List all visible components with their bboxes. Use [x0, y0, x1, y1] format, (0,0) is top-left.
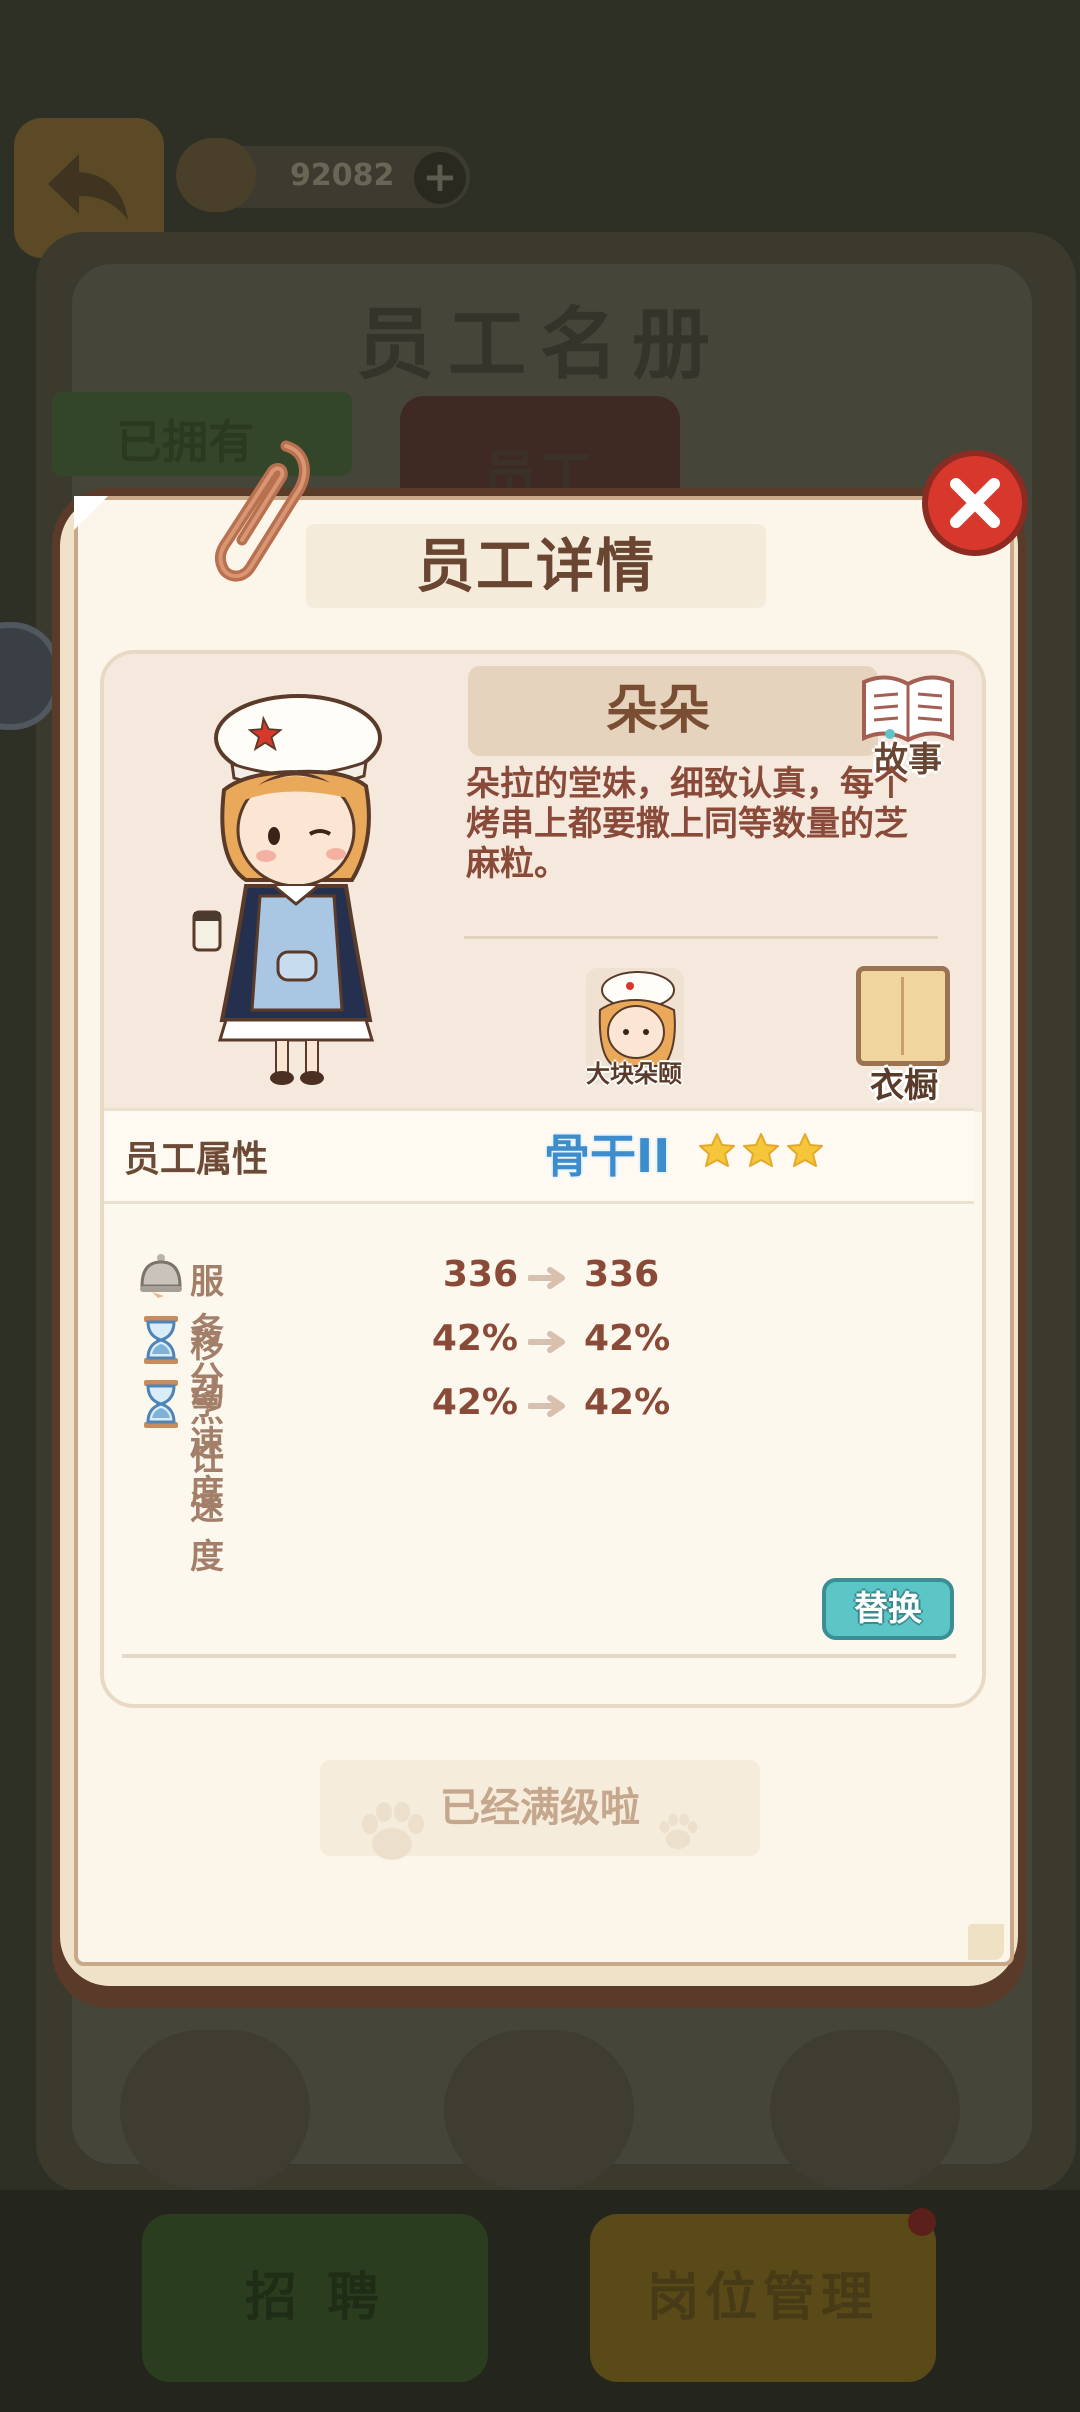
paper-corner-fold: [968, 1924, 1004, 1960]
employee-card[interactable]: [444, 2030, 634, 2190]
attributes-label: 员工属性: [124, 1139, 269, 1180]
close-icon: [950, 478, 1000, 528]
employee-description: 朵拉的堂妹，细致认真，每个烤串上都要撒上同等数量的芝麻粒。: [466, 764, 908, 884]
currency-display: 92082 +: [176, 138, 470, 212]
star-icon: [786, 1132, 824, 1172]
add-currency-button[interactable]: +: [414, 152, 466, 204]
employee-card[interactable]: [120, 2030, 310, 2190]
max-level-text: 已经满级啦: [440, 1785, 640, 1831]
close-button[interactable]: [922, 450, 1028, 556]
arrow-right-icon: [527, 1394, 568, 1422]
stat-current-value: 42%: [431, 1382, 518, 1423]
star-icon: [742, 1132, 780, 1172]
divider: [122, 1654, 956, 1658]
arrow-right-icon: [527, 1266, 568, 1294]
hourglass-icon: [138, 1314, 184, 1370]
modal-title: 员工详情: [415, 532, 656, 600]
arrow-right-icon: [527, 1330, 568, 1358]
recruit-button[interactable]: 招 聘: [142, 2214, 488, 2382]
employee-portrait: [192, 694, 382, 1085]
star-rating: [698, 1132, 830, 1172]
wardrobe-icon[interactable]: [856, 966, 950, 1066]
coin-icon: [176, 138, 256, 212]
star-icon: [698, 1132, 736, 1172]
paperclip-icon: [214, 440, 310, 582]
skin-label: 大块朵颐: [586, 1060, 682, 1088]
service-bell-icon: [138, 1250, 184, 1302]
stat-current-value: 336: [442, 1254, 518, 1295]
stat-current-value: 42%: [431, 1318, 518, 1359]
wardrobe-label: 衣橱: [870, 1066, 938, 1106]
stat-next-value: 336: [584, 1254, 660, 1295]
notification-dot: [908, 2208, 936, 2236]
roster-title: 员工名册: [355, 300, 724, 390]
paper-corner-fold: [74, 496, 108, 530]
stat-next-value: 42%: [584, 1318, 671, 1359]
stat-next-value: 42%: [584, 1382, 671, 1423]
employee-card[interactable]: [770, 2030, 960, 2190]
divider: [464, 936, 938, 939]
replace-button[interactable]: 替换: [822, 1578, 954, 1640]
rank-badge: 骨干II: [544, 1129, 671, 1183]
job-management-button[interactable]: 岗位管理: [590, 2214, 936, 2382]
hourglass-icon: [138, 1378, 184, 1434]
currency-value: 92082: [290, 158, 395, 193]
back-arrow-icon: [48, 154, 128, 220]
employee-name: 朵朵: [605, 681, 710, 741]
stat-name: 烹饪速度: [190, 1390, 224, 1577]
